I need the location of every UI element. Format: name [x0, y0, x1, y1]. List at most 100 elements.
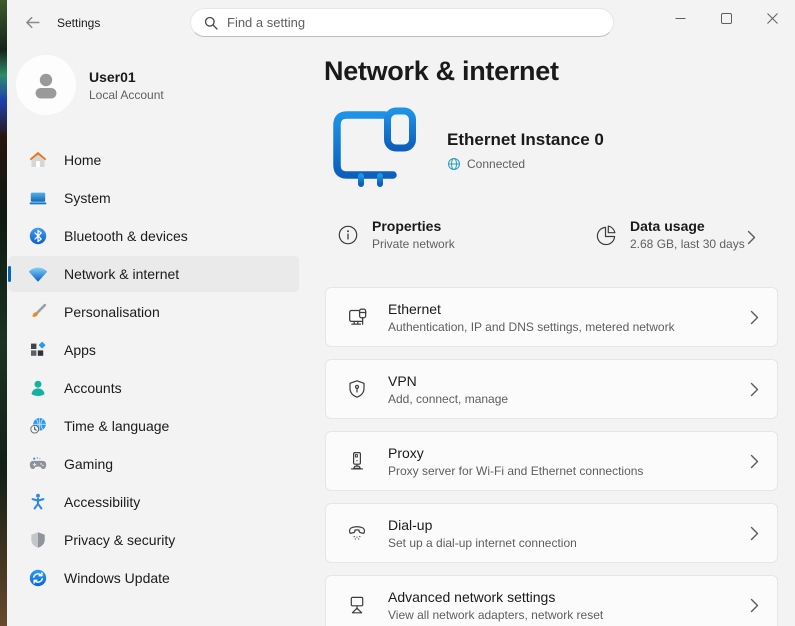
sidebar-item-windows-update[interactable]: Windows Update [8, 560, 299, 596]
properties-title: Properties [372, 218, 455, 234]
card-advanced-network-settings[interactable]: Advanced network settings View all netwo… [325, 575, 778, 626]
card-ethernet[interactable]: Ethernet Authentication, IP and DNS sett… [325, 287, 778, 347]
card-subtitle: View all network adapters, network reset [388, 608, 603, 622]
card-subtitle: Set up a dial-up internet connection [388, 536, 577, 550]
info-icon [337, 224, 359, 246]
ethernet-hero-icon [330, 102, 422, 199]
apps-grid-icon [28, 340, 48, 360]
chevron-right-icon [747, 230, 756, 245]
data-usage-subtitle: 2.68 GB, last 30 days [630, 237, 745, 251]
data-usage-title: Data usage [630, 218, 745, 234]
back-button[interactable] [24, 14, 42, 32]
user-account-type: Local Account [89, 88, 164, 102]
sidebar-item-apps[interactable]: Apps [8, 332, 299, 368]
avatar [16, 55, 76, 115]
minimize-button[interactable] [657, 0, 703, 36]
user-card[interactable]: User01 Local Account [16, 55, 164, 115]
sidebar-item-network-internet[interactable]: Network & internet [8, 256, 299, 292]
sidebar-item-label: Accounts [64, 380, 122, 396]
sidebar-item-label: Windows Update [64, 570, 170, 586]
vpn-shield-icon [345, 378, 369, 400]
accessibility-person-icon [28, 492, 48, 512]
proxy-server-icon [345, 450, 369, 472]
settings-cards: Ethernet Authentication, IP and DNS sett… [325, 287, 778, 626]
sidebar-item-label: Gaming [64, 456, 113, 472]
connected-globe-icon [447, 157, 461, 171]
page-title: Network & internet [324, 56, 559, 87]
data-usage-item[interactable]: Data usage 2.68 GB, last 30 days [595, 218, 745, 251]
search-input[interactable] [227, 15, 567, 30]
sidebar-item-label: Home [64, 152, 101, 168]
person-icon [29, 68, 63, 102]
sidebar-item-label: Network & internet [64, 266, 179, 282]
network-name: Ethernet Instance 0 [447, 130, 604, 150]
sidebar-nav: Home System Bluetooth & devices Network … [7, 140, 303, 598]
card-dialup[interactable]: Dial-up Set up a dial-up internet connec… [325, 503, 778, 563]
card-title: Ethernet [388, 301, 675, 317]
advanced-network-icon [345, 594, 369, 616]
card-subtitle: Authentication, IP and DNS settings, met… [388, 320, 675, 334]
network-hero: Ethernet Instance 0 Connected [330, 102, 604, 199]
globe-clock-icon [28, 416, 48, 436]
minimize-icon [675, 13, 686, 24]
sidebar-item-personalisation[interactable]: Personalisation [8, 294, 299, 330]
sidebar: User01 Local Account Home System [7, 44, 310, 626]
dialup-phone-icon [345, 522, 369, 544]
sidebar-item-home[interactable]: Home [8, 142, 299, 178]
sidebar-item-gaming[interactable]: Gaming [8, 446, 299, 482]
card-title: VPN [388, 373, 508, 389]
wifi-icon [28, 264, 48, 284]
desktop-wallpaper-strip [0, 0, 7, 626]
connection-status: Connected [467, 157, 525, 171]
card-subtitle: Add, connect, manage [388, 392, 508, 406]
sidebar-item-label: Time & language [64, 418, 169, 434]
chevron-right-icon [750, 598, 759, 613]
card-title: Advanced network settings [388, 589, 603, 605]
search-icon [204, 16, 218, 30]
close-icon [767, 13, 778, 24]
sidebar-item-label: Bluetooth & devices [64, 228, 188, 244]
properties-subtitle: Private network [372, 237, 455, 251]
chevron-right-icon [750, 310, 759, 325]
bluetooth-icon [28, 226, 48, 246]
home-icon [28, 150, 48, 170]
sidebar-item-time-language[interactable]: Time & language [8, 408, 299, 444]
user-name: User01 [89, 69, 164, 85]
sidebar-item-accessibility[interactable]: Accessibility [8, 484, 299, 520]
main-content: Network & internet Ethernet Instance 0 C… [323, 44, 795, 626]
gamepad-icon [28, 454, 48, 474]
sidebar-item-label: Personalisation [64, 304, 160, 320]
card-subtitle: Proxy server for Wi-Fi and Ethernet conn… [388, 464, 643, 478]
quick-info-row: Properties Private network Data usage 2.… [323, 212, 778, 270]
chevron-right-icon [750, 382, 759, 397]
card-proxy[interactable]: Proxy Proxy server for Wi-Fi and Etherne… [325, 431, 778, 491]
sidebar-item-label: Accessibility [64, 494, 140, 510]
update-refresh-icon [28, 568, 48, 588]
titlebar: Settings [7, 0, 795, 44]
back-arrow-icon [24, 14, 41, 31]
chevron-right-icon [750, 454, 759, 469]
sidebar-item-privacy-security[interactable]: Privacy & security [8, 522, 299, 558]
maximize-button[interactable] [703, 0, 749, 36]
maximize-icon [721, 13, 732, 24]
card-vpn[interactable]: VPN Add, connect, manage [325, 359, 778, 419]
sidebar-item-system[interactable]: System [8, 180, 299, 216]
paintbrush-icon [28, 302, 48, 322]
card-title: Proxy [388, 445, 643, 461]
account-person-icon [28, 378, 48, 398]
settings-window: Settings User01 Local Account [0, 0, 795, 626]
ethernet-icon [345, 306, 369, 329]
shield-icon [28, 530, 48, 550]
sidebar-item-label: Apps [64, 342, 96, 358]
sidebar-item-accounts[interactable]: Accounts [8, 370, 299, 406]
sidebar-item-label: Privacy & security [64, 532, 175, 548]
properties-item[interactable]: Properties Private network [337, 218, 455, 251]
pie-chart-icon [595, 224, 617, 246]
sidebar-item-label: System [64, 190, 111, 206]
sidebar-item-bluetooth-devices[interactable]: Bluetooth & devices [8, 218, 299, 254]
window-controls [657, 0, 795, 36]
chevron-right-icon [750, 526, 759, 541]
close-button[interactable] [749, 0, 795, 36]
system-icon [28, 188, 48, 208]
search-box[interactable] [190, 8, 614, 37]
